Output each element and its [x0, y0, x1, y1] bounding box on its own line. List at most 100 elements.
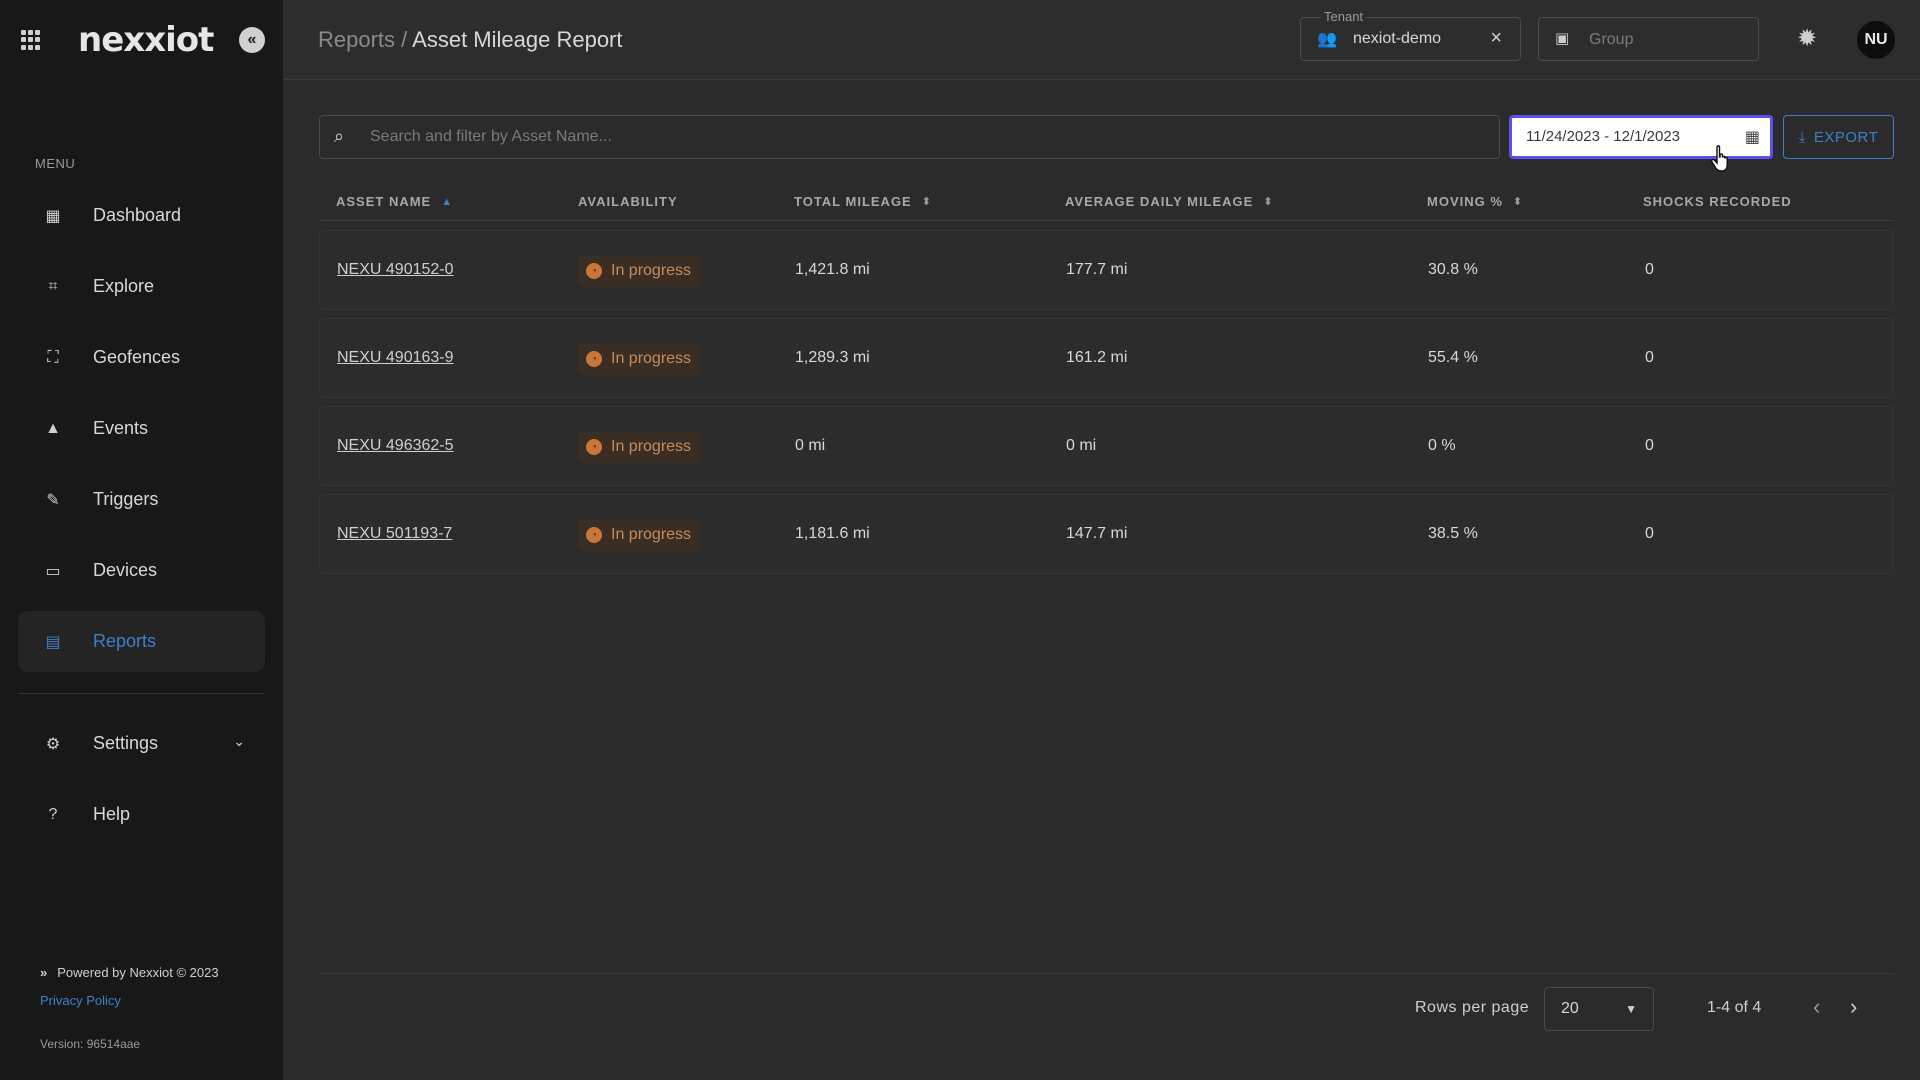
sidebar-item-label: Settings	[93, 733, 159, 753]
rows-per-page-label: Rows per page	[1415, 999, 1530, 1016]
calendar-icon[interactable]: ▦	[1745, 127, 1760, 147]
column-header-label: SHOCKS RECORDED	[1643, 194, 1792, 209]
apps-grid-icon[interactable]	[21, 30, 41, 50]
sidebar-item-help[interactable]: ? Help	[18, 784, 265, 845]
export-button[interactable]: ⤓ EXPORT	[1783, 115, 1894, 159]
nexxiot-mark-icon: »	[40, 965, 48, 980]
group-placeholder: Group	[1589, 31, 1634, 48]
search-input[interactable]	[370, 116, 1470, 158]
breadcrumb-reports[interactable]: Reports	[318, 27, 395, 52]
breadcrumb-separator: /	[395, 27, 413, 52]
date-range-picker[interactable]: 11/24/2023 - 12/1/2023 ▦	[1509, 115, 1773, 159]
page-range: 1-4 of 4	[1707, 999, 1762, 1016]
clock-icon: ◔	[586, 527, 602, 543]
column-header-label: ASSET NAME	[336, 194, 432, 209]
table-row[interactable]: NEXU 490163-9 ◔ In progress 1,289.3 mi 16…	[319, 318, 1894, 398]
sidebar-item-label: Geofences	[93, 347, 181, 367]
status-text: In progress	[611, 262, 692, 279]
date-range-value: 11/24/2023 - 12/1/2023	[1526, 128, 1681, 145]
column-header-label: AVAILABILITY	[578, 194, 678, 209]
table-row[interactable]: NEXU 490152-0 ◔ In progress 1,421.8 mi 17…	[319, 230, 1894, 310]
sidebar-item-label: Reports	[93, 631, 157, 651]
sidebar-item-dashboard[interactable]: ▦ Dashboard	[18, 185, 265, 246]
group-select[interactable]: ▣ Group	[1538, 17, 1759, 61]
total-mileage-cell: 0 mi	[795, 437, 826, 454]
moving-percent-cell: 55.4 %	[1428, 349, 1478, 366]
powered-by: » Powered by Nexxiot © 2023	[40, 965, 219, 980]
sort-ascending-icon[interactable]: ▲	[441, 196, 453, 208]
average-daily-mileage-cell: 177.7 mi	[1066, 261, 1128, 278]
sort-icon[interactable]: ⬍	[1263, 195, 1273, 208]
sidebar-item-label: Help	[93, 804, 131, 824]
sort-icon[interactable]: ⬍	[1513, 195, 1523, 208]
tenant-value: nexiot-demo	[1353, 30, 1442, 47]
sidebar-item-geofences[interactable]: ⛶ Geofences	[18, 327, 265, 388]
table-row[interactable]: NEXU 496362-5 ◔ In progress 0 mi 0 mi 0 %…	[319, 406, 1894, 486]
column-header-average-daily-mileage[interactable]: AVERAGE DAILY MILEAGE ⬍	[1065, 194, 1274, 209]
table-footer-divider	[319, 973, 1894, 974]
geofence-icon: ⛶	[47, 348, 59, 366]
average-daily-mileage-cell: 161.2 mi	[1066, 349, 1128, 366]
theme-settings-icon[interactable]: ✹	[1797, 24, 1817, 53]
sidebar-item-events[interactable]: ▲ Events	[18, 398, 265, 459]
sidebar-item-reports[interactable]: ▤ Reports	[18, 611, 265, 672]
column-header-asset-name[interactable]: ASSET NAME ▲	[336, 194, 453, 209]
gear-icon: ⚙	[45, 735, 61, 753]
collapse-sidebar-icon[interactable]: «	[239, 27, 265, 53]
privacy-policy-link[interactable]: Privacy Policy	[40, 993, 121, 1008]
rows-per-page-select[interactable]: 20 ▼	[1544, 987, 1654, 1031]
sidebar: nexxiot « MENU ▦ Dashboard ⌗ Explore ⛶ G…	[0, 0, 283, 1080]
pencil-icon: ✎	[46, 491, 60, 509]
help-icon: ?	[48, 805, 58, 823]
asset-name-link[interactable]: NEXU 490163-9	[337, 349, 454, 367]
asset-name-link[interactable]: NEXU 490152-0	[337, 261, 454, 279]
sidebar-secondary-nav: ⚙ Settings ⌄ ? Help	[18, 713, 265, 855]
shocks-recorded-cell: 0	[1645, 349, 1654, 366]
asset-name-link[interactable]: NEXU 501193-7	[337, 525, 452, 543]
sidebar-item-label: Dashboard	[93, 205, 182, 225]
column-header-label: AVERAGE DAILY MILEAGE	[1065, 194, 1254, 209]
sort-icon[interactable]: ⬍	[922, 195, 932, 208]
sidebar-item-label: Devices	[93, 560, 158, 580]
shocks-recorded-cell: 0	[1645, 525, 1654, 542]
sidebar-item-label: Triggers	[93, 489, 159, 509]
chevron-right-icon[interactable]: ›	[1850, 994, 1857, 1020]
status-badge: ◔ In progress	[578, 255, 701, 287]
group-icon: ▣	[1555, 30, 1570, 47]
table-row[interactable]: NEXU 501193-7 ◔ In progress 1,181.6 mi 14…	[319, 494, 1894, 574]
average-daily-mileage-cell: 0 mi	[1066, 437, 1097, 454]
chevron-down-icon: ⌄	[233, 733, 245, 749]
sidebar-nav: ▦ Dashboard ⌗ Explore ⛶ Geofences ▲ Even…	[18, 185, 265, 682]
sidebar-item-label: Events	[93, 418, 149, 438]
moving-percent-cell: 38.5 %	[1428, 525, 1478, 542]
column-header-moving-percent[interactable]: MOVING % ⬍	[1427, 194, 1523, 209]
sidebar-divider	[18, 693, 265, 694]
menu-label: MENU	[35, 156, 76, 171]
column-header-total-mileage[interactable]: TOTAL MILEAGE ⬍	[794, 194, 932, 209]
chevron-left-icon[interactable]: ‹	[1813, 994, 1820, 1020]
moving-percent-cell: 30.8 %	[1428, 261, 1478, 278]
status-text: In progress	[611, 438, 692, 455]
column-header-label: MOVING %	[1427, 194, 1503, 209]
sidebar-item-triggers[interactable]: ✎ Triggers	[18, 469, 265, 530]
rows-per-page-value: 20	[1561, 1000, 1579, 1017]
sidebar-item-devices[interactable]: ▭ Devices	[18, 540, 265, 601]
avatar[interactable]: NU	[1857, 21, 1895, 59]
asset-name-link[interactable]: NEXU 496362-5	[337, 437, 454, 455]
download-icon: ⤓	[1798, 128, 1806, 146]
status-badge: ◔ In progress	[578, 519, 701, 551]
sidebar-item-settings[interactable]: ⚙ Settings ⌄	[18, 713, 265, 774]
table-header: ASSET NAME ▲ AVAILABILITY TOTAL MILEAGE …	[319, 186, 1894, 221]
status-text: In progress	[611, 526, 692, 543]
sidebar-item-explore[interactable]: ⌗ Explore	[18, 256, 265, 317]
search-box: ⌕	[319, 115, 1500, 159]
tenant-select[interactable]: Tenant 👥 nexiot-demo ×	[1300, 9, 1521, 61]
nexxiot-logo[interactable]: nexxiot	[78, 20, 214, 60]
version-text: Version: 96514aae	[40, 1037, 141, 1051]
breadcrumb: Reports / Asset Mileage Report	[318, 27, 623, 53]
clear-tenant-icon[interactable]: ×	[1490, 27, 1502, 50]
moving-percent-cell: 0 %	[1428, 437, 1456, 454]
cast-icon: ▭	[45, 562, 61, 580]
average-daily-mileage-cell: 147.7 mi	[1066, 525, 1128, 542]
powered-by-text: Powered by Nexxiot © 2023	[57, 965, 219, 980]
